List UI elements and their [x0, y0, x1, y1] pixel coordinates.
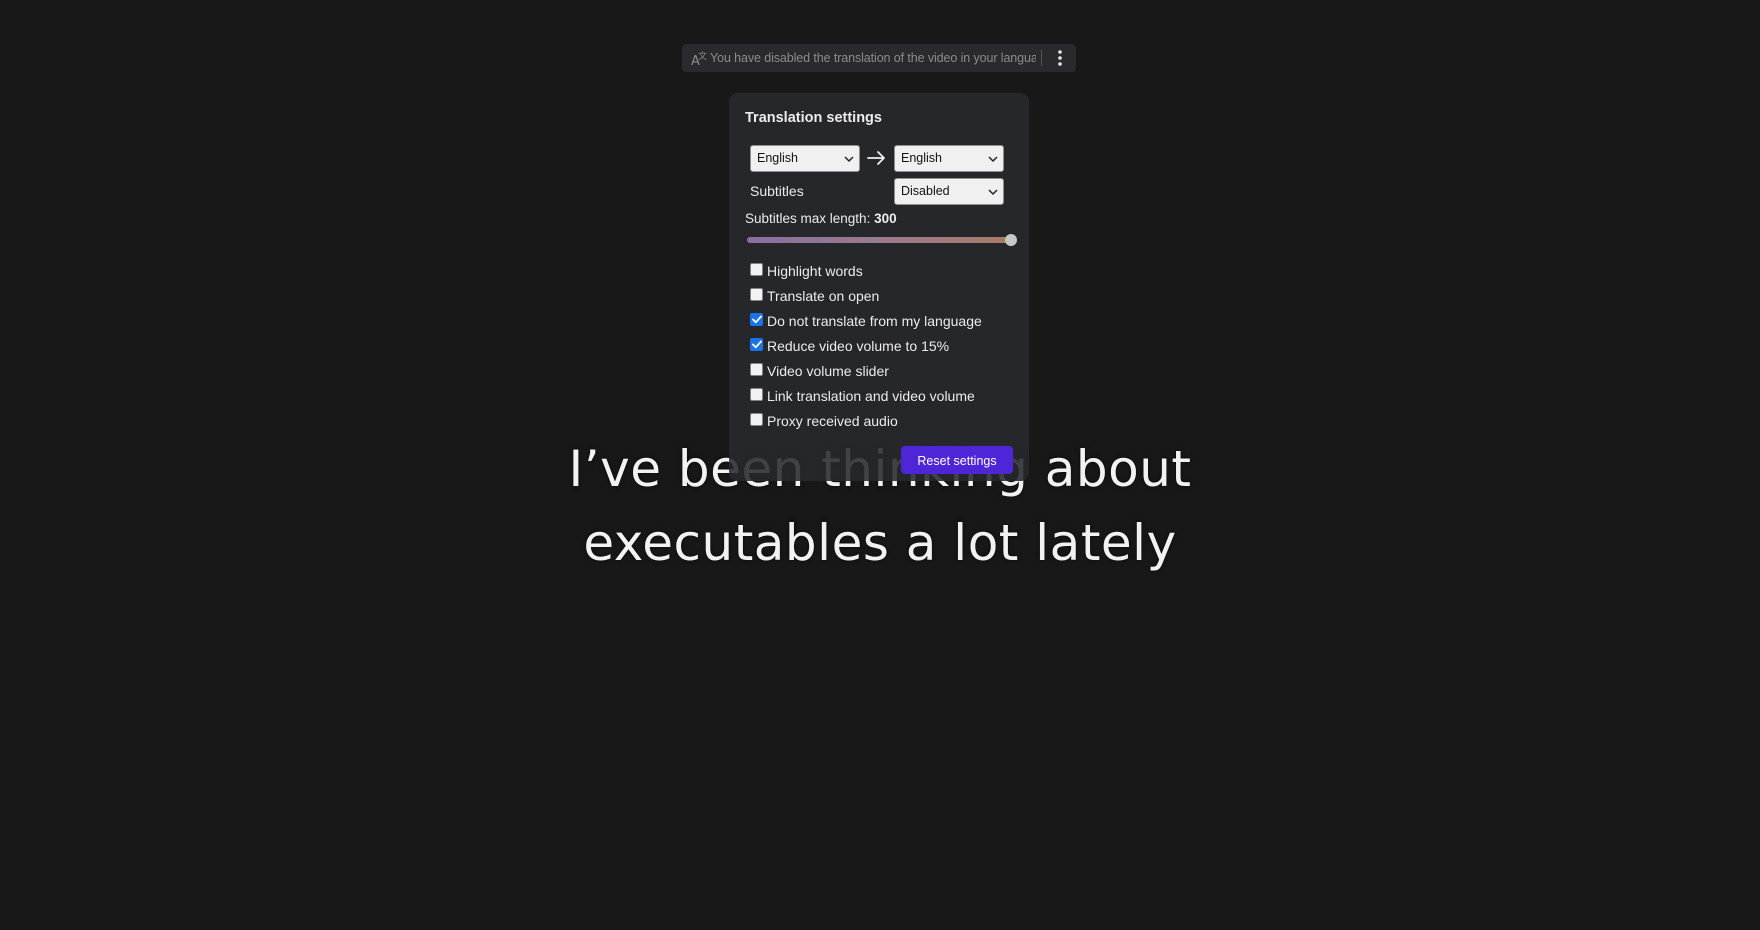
- reset-settings-button[interactable]: Reset settings: [901, 446, 1013, 474]
- checkbox-label: Translate on open: [767, 287, 880, 304]
- checkbox-label: Highlight words: [767, 262, 863, 279]
- subtitles-select[interactable]: Disabled: [894, 177, 1004, 205]
- subtitle-line-2: executables a lot lately: [583, 514, 1177, 572]
- checkbox-row[interactable]: Reduce video volume to 15%: [750, 333, 1013, 358]
- checkmark-icon: [751, 315, 762, 323]
- settings-checkbox-list: Highlight words Translate on open Do not t…: [745, 258, 1013, 433]
- subtitles-row: Subtitles Disabled: [750, 177, 1013, 205]
- checkbox-unchecked[interactable]: [750, 262, 763, 276]
- video-stage: I’ve been thinking about executables a l…: [0, 0, 1760, 930]
- checkmark-icon: [751, 340, 762, 348]
- subtitles-label: Subtitles: [750, 183, 804, 199]
- translation-status-message: You have disabled the translation of the…: [710, 51, 1036, 65]
- arrow-right-icon: [860, 144, 894, 172]
- svg-text:文: 文: [698, 50, 707, 62]
- checkbox-unchecked[interactable]: [750, 287, 763, 301]
- translate-icon: A 文: [690, 48, 710, 69]
- checkbox-label: Link translation and video volume: [767, 387, 975, 404]
- checkbox-row[interactable]: Do not translate from my language: [750, 308, 1013, 333]
- checkbox-row[interactable]: Link translation and video volume: [750, 383, 1013, 408]
- checkbox-row[interactable]: Proxy received audio: [750, 408, 1013, 433]
- checkbox-row[interactable]: Translate on open: [750, 283, 1013, 308]
- checkbox-unchecked[interactable]: [750, 387, 763, 401]
- vertical-dots-icon[interactable]: [1048, 44, 1072, 72]
- panel-title: Translation settings: [745, 110, 882, 126]
- chevron-down-icon: [844, 155, 854, 162]
- max-length-value: 300: [874, 211, 897, 226]
- checkbox-label: Do not translate from my language: [767, 312, 982, 329]
- button-row: Reset settings: [745, 446, 1013, 474]
- translation-bar[interactable]: A 文 You have disabled the translation of…: [682, 44, 1076, 72]
- subtitles-max-length: Subtitles max length: 300: [745, 210, 1013, 228]
- to-language-value: English: [901, 150, 942, 165]
- slider-track: [747, 237, 1011, 243]
- slider-thumb[interactable]: [1005, 234, 1017, 246]
- checkbox-label: Proxy received audio: [767, 412, 898, 429]
- checkbox-label: Video volume slider: [767, 362, 889, 379]
- checkbox-row[interactable]: Video volume slider: [750, 358, 1013, 383]
- from-language-value: English: [757, 150, 798, 165]
- subtitles-value: Disabled: [901, 183, 950, 198]
- max-length-slider[interactable]: [747, 234, 1017, 246]
- translation-settings-panel: Translation settings English English Sub…: [729, 93, 1029, 481]
- checkbox-checked[interactable]: [750, 337, 763, 351]
- chevron-down-icon: [988, 155, 998, 162]
- checkbox-unchecked[interactable]: [750, 362, 763, 376]
- checkbox-label: Reduce video volume to 15%: [767, 337, 950, 354]
- language-row: English English: [750, 144, 1013, 172]
- checkbox-row[interactable]: Highlight words: [750, 258, 1013, 283]
- to-language-select[interactable]: English: [894, 144, 1004, 172]
- bar-divider: [1041, 50, 1042, 66]
- chevron-down-icon: [988, 188, 998, 195]
- max-length-label: Subtitles max length:: [745, 211, 871, 226]
- checkbox-unchecked[interactable]: [750, 412, 763, 426]
- checkbox-checked[interactable]: [750, 312, 763, 326]
- from-language-select[interactable]: English: [750, 144, 860, 172]
